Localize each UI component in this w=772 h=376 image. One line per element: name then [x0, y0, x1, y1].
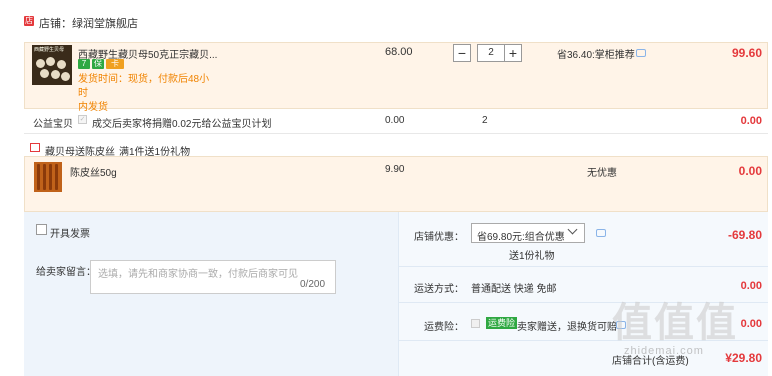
shipping-label: 运送方式：	[414, 284, 464, 295]
qty-minus-button[interactable]: −	[453, 44, 471, 62]
shipping-method: 普通配送 快递 免邮	[471, 284, 557, 295]
insurance-checkbox[interactable]	[471, 319, 480, 328]
product-thumbnail[interactable]: 西藏野生贝母	[32, 45, 72, 85]
store-name[interactable]: 店铺：绿润堂旗舰店	[39, 15, 138, 31]
message-placeholder: 选填，请先和商家协商一致，付款后商家可见	[98, 269, 298, 280]
item-subtotal: 99.60	[731, 46, 762, 60]
shipping-total: 0.00	[740, 280, 762, 292]
gift-icon	[30, 143, 40, 152]
guarantee-icon[interactable]: 保	[92, 59, 104, 69]
insurance-total: 0.00	[740, 318, 762, 330]
message-label: 给卖家留言：	[36, 267, 96, 278]
unit-price: 68.00	[385, 46, 413, 58]
gift-total: 0.00	[738, 164, 762, 178]
store-icon: 店	[24, 16, 34, 26]
qty-input[interactable]: 2	[477, 44, 505, 62]
charity-price: 0.00	[385, 115, 405, 126]
watermark-url: zhidemai.com	[624, 345, 704, 357]
gift-thumbnail[interactable]	[34, 162, 62, 192]
delivery-time-line1: 发货时间：现货，付款后48小时	[78, 74, 210, 99]
message-char-count: 0/200	[300, 279, 326, 290]
charity-checkbox[interactable]: ✓	[78, 115, 87, 124]
charity-text: 成交后卖家将捐赠0.02元给公益宝贝计划	[92, 119, 272, 130]
grand-total: ¥29.80	[725, 351, 762, 365]
insurance-badge: 运费险	[486, 317, 518, 329]
gift-price: 9.90	[385, 164, 405, 175]
chat-icon[interactable]	[636, 49, 646, 57]
savings-note: 省36.40:掌柜推荐	[557, 50, 635, 61]
insurance-label: 运费险：	[424, 322, 464, 333]
chat-icon[interactable]	[596, 229, 606, 237]
divider	[398, 266, 768, 267]
card-icon[interactable]: 卡	[106, 59, 124, 69]
thumbnail-caption: 西藏野生贝母	[34, 47, 65, 53]
store-discount-label: 店铺优惠：	[414, 232, 464, 243]
charity-qty: 2	[482, 115, 488, 126]
charity-total: 0.00	[740, 115, 762, 127]
invoice-label: 开具发票	[50, 229, 90, 240]
store-discount-value: 省69.80元:组合优惠	[477, 232, 565, 243]
seven-day-return-icon[interactable]: 7	[78, 59, 90, 69]
gift-name[interactable]: 陈皮丝50g	[70, 164, 117, 179]
watermark: 值值值	[612, 301, 738, 345]
quantity-stepper: − 2 +	[450, 44, 524, 64]
store-discount-gift-note: 送1份礼物	[509, 251, 555, 262]
insurance-text: 卖家赠送，退换货可赔	[517, 322, 617, 333]
store-discount-total: -69.80	[727, 228, 762, 242]
gift-discount: 无优惠	[587, 168, 617, 179]
invoice-checkbox[interactable]	[36, 224, 47, 235]
charity-label: 公益宝贝	[33, 119, 73, 130]
qty-plus-button[interactable]: +	[504, 44, 522, 62]
